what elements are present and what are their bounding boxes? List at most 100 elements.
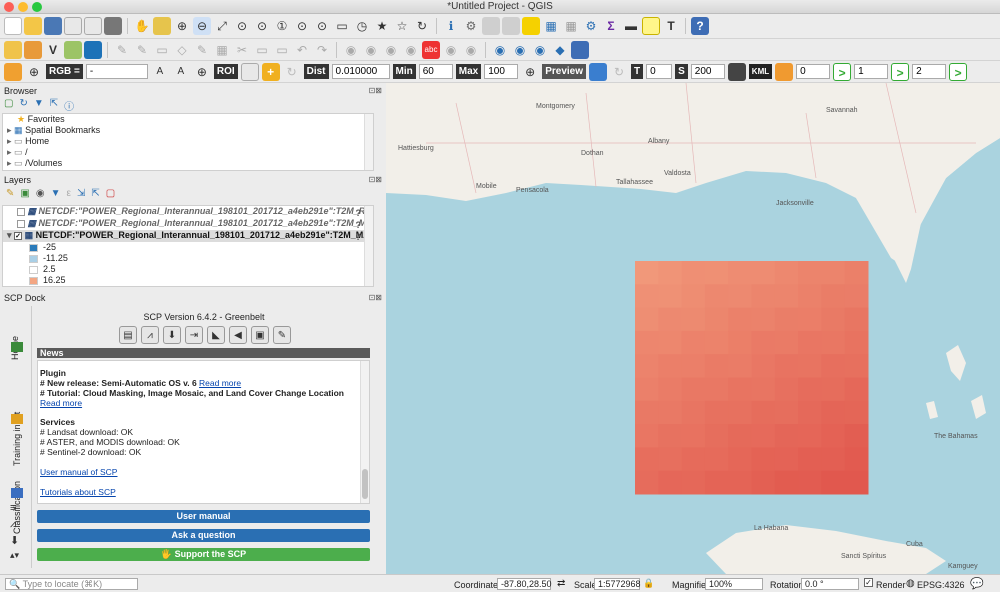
collapse-all-layers-icon[interactable]: ⇱ (91, 188, 99, 200)
print-layout-icon[interactable] (64, 17, 82, 35)
layer-item-min[interactable]: ▦ NETCDF:"POWER_Regional_Interannual_198… (3, 218, 373, 230)
tab-classification[interactable]: Classification (12, 431, 22, 534)
browser-filter-icon[interactable]: ▼ (34, 98, 44, 110)
browser-item-root[interactable]: ▸ ▭ / (3, 147, 373, 158)
attribute-table-icon[interactable]: ▦ (562, 17, 580, 35)
band-set-tool-icon[interactable]: ▤ (119, 326, 137, 344)
paste-icon[interactable]: ▭ (273, 41, 291, 59)
zoom-in-icon[interactable]: ⊕ (173, 17, 191, 35)
bookmark-new-icon[interactable]: ★ (373, 17, 391, 35)
ask-question-button[interactable]: Ask a question (37, 529, 370, 542)
add-roi-icon[interactable]: + (261, 62, 280, 81)
undo-icon[interactable]: ↶ (293, 41, 311, 59)
new-geopackage-icon[interactable] (24, 40, 42, 59)
vertex-tool-icon[interactable]: ✎ (193, 41, 211, 59)
preprocessing-icon[interactable]: ⇥ (185, 326, 203, 344)
edit-pencil-icon[interactable]: ✎ (113, 41, 131, 59)
add-mesh-icon[interactable] (84, 40, 102, 59)
locate-search-input[interactable]: 🔍 Type to locate (⌘K) (5, 578, 138, 590)
coordinate-input[interactable]: -87.80,28.50 (497, 578, 552, 590)
style-layer-icon[interactable]: ✎ (6, 188, 14, 200)
toggle-editing-icon[interactable]: ✎ (133, 41, 151, 59)
browser-item-bookmarks[interactable]: ▸ ▦ Spatial Bookmarks (3, 125, 373, 136)
new-project-icon[interactable] (4, 17, 22, 35)
band-set-2-icon[interactable]: A (172, 63, 190, 81)
style-manager-icon[interactable] (104, 17, 122, 35)
field-calc-icon[interactable]: ▦ (542, 17, 560, 35)
tool-scroll-icon[interactable]: ▴▾ (10, 550, 19, 561)
zoom-image-icon[interactable]: ⊕ (25, 63, 43, 81)
save-project-icon[interactable] (44, 17, 62, 35)
refresh-icon[interactable]: ↻ (413, 17, 431, 35)
browser-item-favorites[interactable]: ★ Favorites (3, 114, 373, 125)
change-label-icon[interactable]: ◉ (462, 41, 480, 59)
browser-item-volumes[interactable]: ▸ ▭ /Volumes (3, 158, 373, 169)
show-hide-label-icon[interactable]: ◉ (382, 41, 400, 59)
min-input[interactable]: 60 (418, 64, 453, 79)
dist-input[interactable]: 0.010000 (331, 64, 390, 79)
redo-icon[interactable]: ↷ (313, 41, 331, 59)
news-read-more-link-2[interactable]: Read more (40, 398, 82, 408)
user-manual-button[interactable]: User manual (37, 510, 370, 523)
add-vector-icon[interactable]: V (44, 41, 62, 59)
georeferencer-icon[interactable]: ◉ (491, 41, 509, 59)
spectral-plot-icon[interactable]: ⩘ (141, 326, 159, 344)
select-features-icon[interactable] (482, 17, 500, 35)
layers-scrollbar[interactable] (364, 206, 373, 286)
band-set-icon[interactable]: A (151, 63, 169, 81)
pin-label-icon[interactable]: ◉ (362, 41, 380, 59)
max-input[interactable]: 100 (484, 64, 519, 79)
scp-dock-close-icon[interactable]: ⊡⊠ (369, 293, 382, 302)
measure-icon[interactable]: ▬ (622, 17, 640, 35)
new-map-view-icon[interactable]: ▭ (333, 17, 351, 35)
render-checkbox[interactable]: ✓ (864, 578, 873, 587)
band-next-a-icon[interactable]: > (833, 62, 852, 81)
processing-toolbox-icon[interactable]: ⚙ (582, 17, 600, 35)
layer-item-range[interactable]: ▦ NETCDF:"POWER_Regional_Interannual_198… (3, 206, 373, 218)
tutorials-link[interactable]: Tutorials about SCP (40, 487, 357, 497)
expand-arrow-icon[interactable]: ▸ (7, 125, 12, 135)
redo-preview-icon[interactable]: ↻ (610, 63, 628, 81)
expand-arrow-icon[interactable]: ▸ (7, 136, 12, 146)
open-project-icon[interactable] (24, 17, 42, 35)
zoom-out-icon[interactable]: ⊖ (193, 17, 211, 35)
add-raster-icon[interactable] (64, 40, 82, 59)
expand-all-icon[interactable]: ⇲ (77, 188, 85, 200)
band-set-table-icon[interactable] (775, 62, 794, 81)
close-window-button[interactable] (4, 2, 14, 12)
scp-home-icon[interactable] (4, 62, 22, 81)
band-c-input[interactable]: 2 (912, 64, 947, 79)
remove-temp-icon[interactable] (727, 62, 746, 81)
band-process-icon[interactable]: ◣ (207, 326, 225, 344)
tool-roi-icon[interactable]: ≡ (10, 502, 16, 514)
minimize-window-button[interactable] (18, 2, 28, 12)
map-tips-icon[interactable] (642, 17, 660, 35)
magnifier-input[interactable]: 100% (705, 578, 763, 590)
zoom-preview-icon[interactable]: ⊕ (521, 63, 539, 81)
label-tool-icon[interactable]: ◉ (342, 41, 360, 59)
tab-training-input[interactable]: Training input (12, 362, 22, 466)
map-canvas[interactable]: Montgomery Dothan Hattiesburg Albany Val… (386, 83, 1000, 574)
tool-download-icon[interactable]: ⬇ (10, 534, 19, 547)
plugin-icon[interactable] (571, 40, 589, 59)
temporal-icon[interactable]: ◷ (353, 17, 371, 35)
layers-panel-close-icon[interactable]: ⊡⊠ (369, 175, 382, 184)
data-source-manager-icon[interactable] (4, 40, 22, 59)
python-console-icon[interactable]: ◆ (551, 41, 569, 59)
kml-label[interactable]: KML (748, 64, 773, 79)
toggle-extent-icon[interactable]: ⇄ (557, 578, 565, 589)
tool-spectral-icon[interactable]: ⩘ (10, 518, 16, 531)
tab-home[interactable]: Home (10, 312, 20, 360)
support-scp-button[interactable]: 🖐 Support the SCP (37, 548, 370, 561)
zoom-full-icon[interactable]: ⤢ (213, 17, 231, 35)
user-manual-link[interactable]: User manual of SCP (40, 467, 357, 477)
select-value-icon[interactable] (502, 17, 520, 35)
news-scrollbar[interactable] (360, 361, 369, 503)
crs-label[interactable]: EPSG:4326 (917, 580, 965, 590)
zoom-native-icon[interactable]: ① (273, 17, 291, 35)
expand-arrow-icon[interactable]: ▸ (7, 158, 12, 168)
add-feature-icon[interactable]: ◇ (173, 41, 191, 59)
zoom-selection-icon[interactable]: ⊙ (233, 17, 251, 35)
layout-manager-icon[interactable] (84, 17, 102, 35)
osm-icon[interactable]: ◉ (511, 41, 529, 59)
